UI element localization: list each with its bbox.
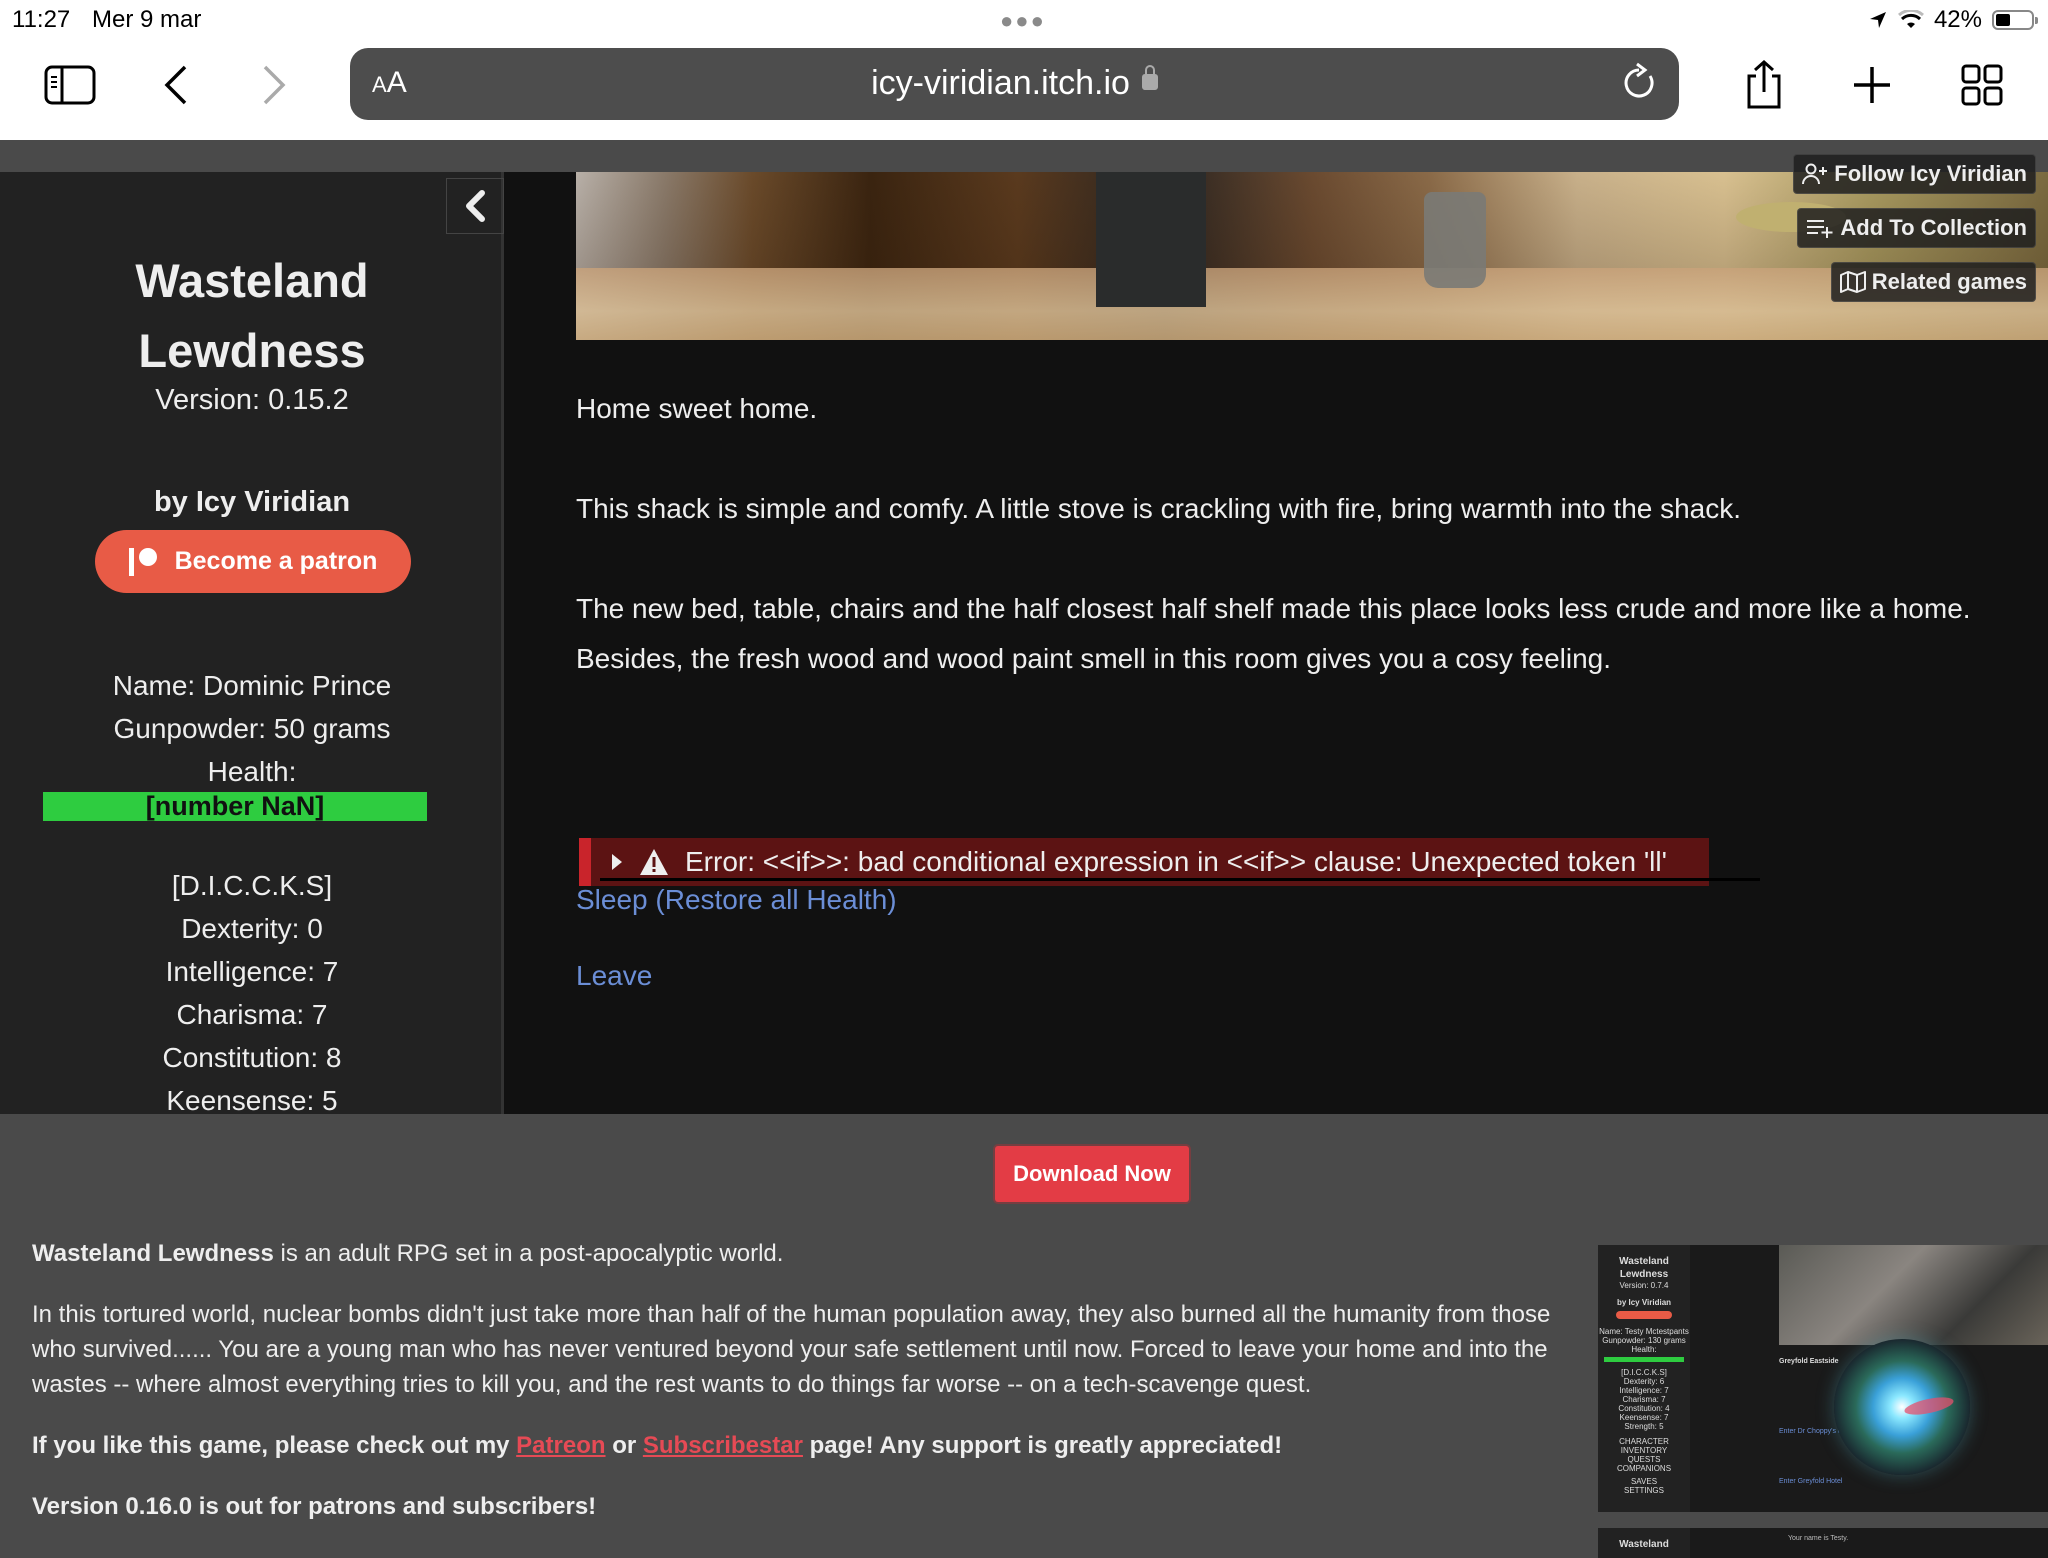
screenshots-column: Wasteland Lewdness Version: 0.7.4 by Icy… [1598,1232,2048,1558]
status-indicators: 42% [1868,6,2038,34]
new-tab-button[interactable] [1842,60,1902,110]
add-to-collection-icon [1807,220,1833,238]
follow-button[interactable]: Follow Icy Viridian [1793,154,2036,194]
become-patron-label: Become a patron [174,547,378,575]
attributes-list: [D.I.C.C.K.S] Dexterity: 0 Intelligence:… [0,864,504,1114]
sidebar-icon [44,65,96,105]
become-patron-button[interactable]: Become a patron [95,530,411,593]
story-title: Wasteland Lewdness [135,254,369,377]
expand-triangle-icon[interactable] [611,853,623,871]
passage-paragraph: Besides, the fresh wood and wood paint s… [576,643,1612,674]
sidebar-collapse-button[interactable] [446,178,504,234]
chevron-left-icon [466,190,485,222]
multitasking-dots-icon[interactable]: ●●● [1000,8,1046,34]
stat-gunpowder: Gunpowder: 50 grams [113,713,391,744]
share-icon [1747,60,1781,109]
screenshot-thumbnail[interactable]: Wasteland Lewdness Version: 0.7.4 by Icy… [1598,1245,2048,1512]
forward-button[interactable] [244,60,304,110]
share-button[interactable] [1734,60,1794,110]
tabs-overview-icon [1961,64,2003,106]
battery-icon [1992,10,2038,30]
wifi-icon [1897,10,1924,28]
siri-orb [1834,1339,1970,1475]
reload-button[interactable] [1619,62,1659,109]
follow-user-icon [1802,163,1828,185]
status-date: Mer 9 mar [92,6,202,33]
map-icon [1839,271,1866,293]
patreon-link[interactable]: Patreon [516,1432,605,1459]
browser-toolbar: AA icy-viridian.itch.io [0,40,2048,140]
description-intro: Wasteland Lewdness is an adult RPG set i… [32,1240,784,1267]
game-iframe[interactable]: Wasteland Lewdness Version: 0.15.2 by Ic… [0,172,2048,1114]
description-version-note: Version 0.16.0 is out for patrons and su… [32,1493,597,1520]
attribute-dexterity: Dexterity: 0 [181,913,323,944]
stat-name: Name: Dominic Prince [112,670,392,701]
battery-percent: 42% [1933,6,1982,33]
attribute-intelligence: Intelligence: 7 [165,956,339,987]
url-display[interactable]: icy-viridian.itch.io [350,64,1679,103]
forward-icon [263,65,286,105]
reload-icon [1624,62,1654,98]
new-tab-icon [1854,67,1890,103]
story-author: by Icy Viridian [153,486,351,518]
battery-fill [1996,14,2011,26]
related-games-button[interactable]: Related games [1830,262,2036,302]
warning-icon [640,849,668,875]
sleep-link[interactable]: Sleep (Restore all Health) [576,884,897,916]
location-icon [1869,12,1886,28]
lock-icon [1141,65,1158,91]
screenshot-thumbnail[interactable]: Wasteland Your name is Testy. [1598,1528,2048,1558]
itch-action-buttons: Follow Icy Viridian Add To Collection Re… [1793,154,2036,302]
passage-paragraph: The new bed, table, chairs and the half … [576,593,1971,624]
description-story: In this tortured world, nuclear bombs di… [32,1301,1551,1398]
passage-text: Home sweet home. This shack is simple an… [576,384,2036,734]
follow-label: Follow Icy Viridian [1834,161,2027,186]
health-bar: [number NaN] [43,792,427,821]
description-support: If you like this game, please check out … [32,1432,1283,1459]
address-bar[interactable]: AA icy-viridian.itch.io [350,48,1679,120]
passage-paragraph: This shack is simple and comfy. A little… [576,493,1742,524]
itch-page-body: Download Now Wasteland Lewdness is an ad… [0,1114,2048,1558]
passage-paragraph: Home sweet home. [576,393,818,424]
screenshot-ruins-image [1779,1245,2048,1345]
add-to-collection-button[interactable]: Add To Collection [1797,208,2036,248]
attribute-constitution: Constitution: 8 [162,1042,342,1073]
add-to-collection-label: Add To Collection [1840,215,2027,240]
character-stats: Name: Dominic Prince Gunpowder: 50 grams… [0,664,504,793]
tabs-overview-button[interactable] [1952,60,2012,110]
download-now-button[interactable]: Download Now [995,1146,1189,1202]
error-underline [600,878,1760,881]
attribute-keensense: Keensense: 5 [166,1085,338,1114]
back-icon [164,65,187,105]
subscribestar-link[interactable]: Subscribestar [643,1432,803,1459]
patreon-icon [128,547,159,576]
url-text: icy-viridian.itch.io [871,64,1130,102]
stat-health-label: Health: [207,756,297,787]
game-sidebar: Wasteland Lewdness Version: 0.15.2 by Ic… [0,172,504,1114]
status-bar: 11:27 Mer 9 mar ●●● 42% [0,0,2048,40]
attributes-header: [D.I.C.C.K.S] [171,870,333,901]
game-description: Wasteland Lewdness is an adult RPG set i… [32,1236,1552,1550]
itch-header-strip [0,140,2048,172]
screenshot-sidebar: Wasteland Lewdness Version: 0.7.4 by Icy… [1598,1245,1690,1512]
leave-link[interactable]: Leave [576,960,652,992]
story-version: Version: 0.15.2 [155,384,349,416]
sidebar-toggle-button[interactable] [40,60,100,110]
attribute-charisma: Charisma: 7 [176,999,328,1030]
error-message: Error: <<if>>: bad conditional expressio… [685,846,1667,877]
status-time: 11:27 [12,6,71,33]
back-button[interactable] [146,60,206,110]
related-games-label: Related games [1871,269,2027,294]
